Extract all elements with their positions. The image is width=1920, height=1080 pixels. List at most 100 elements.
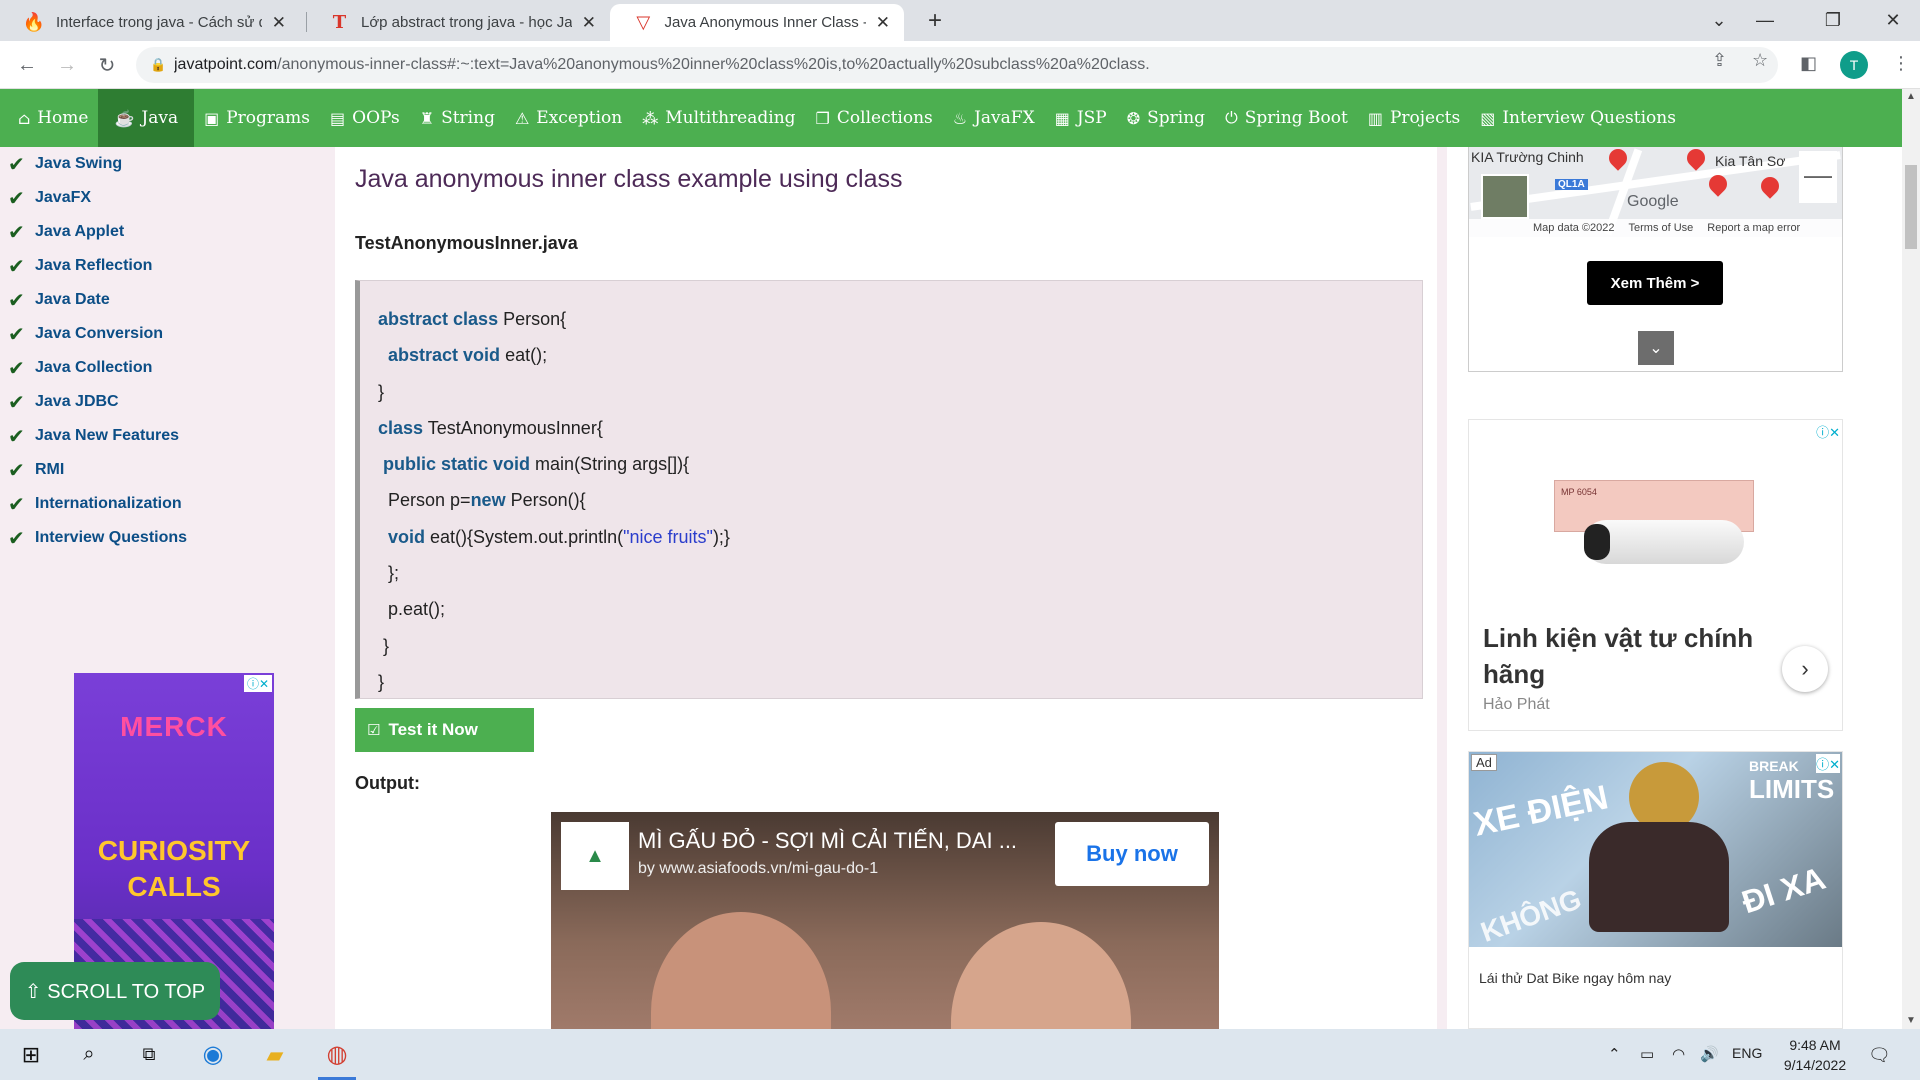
back-icon[interactable]: ← (12, 50, 42, 80)
browser-tab[interactable]: T Lớp abstract trong java - học Java ✕ (306, 4, 610, 41)
wifi-icon[interactable]: ◠ (1672, 1045, 1685, 1063)
lock-icon: 🔒 (150, 57, 167, 72)
map-pin-icon[interactable] (1757, 173, 1783, 199)
chevron-up-icon[interactable]: ⌃ (1608, 1045, 1621, 1063)
chrome-icon[interactable]: ◍ (314, 1029, 360, 1080)
task-view-icon[interactable]: ⧉ (126, 1029, 172, 1080)
nav-exception[interactable]: ⚠ Exception (505, 89, 632, 147)
sidebar-item[interactable]: ✔ RMI (0, 453, 335, 487)
scroll-to-top-button[interactable]: ⇧ SCROLL TO TOP (10, 962, 220, 1020)
chevron-right-icon[interactable]: › (1782, 646, 1828, 692)
maximize-icon[interactable]: ❐ (1810, 0, 1856, 41)
sidebar-item[interactable]: ✔ Java Swing (0, 147, 335, 181)
adchoices-icon[interactable]: ⓘ✕ (1816, 422, 1840, 441)
sidebar-item[interactable]: ✔ Interview Questions (0, 521, 335, 555)
sidebar-item-label: Java New Features (35, 427, 180, 444)
nav-multithreading[interactable]: ⁂ Multithreading (632, 89, 805, 147)
sidebar-item[interactable]: ✔ Java JDBC (0, 385, 335, 419)
file-explorer-icon[interactable]: ▰ (252, 1029, 298, 1080)
forward-icon[interactable]: → (52, 50, 82, 80)
close-tab-icon[interactable]: ✕ (582, 13, 596, 33)
minimize-icon[interactable]: — (1742, 0, 1788, 41)
tab-search-icon[interactable]: ⌄ (1696, 0, 1742, 41)
product-ad[interactable]: ⓘ✕ MP 6054 Linh kiện vật tư chính hãng H… (1468, 419, 1843, 731)
sidebar-item[interactable]: ✔ Java Reflection (0, 249, 335, 283)
volume-icon[interactable]: 🔊 (1700, 1045, 1719, 1063)
test-it-now-button[interactable]: ☑ Test it Now (355, 708, 534, 752)
windows-start-icon[interactable]: ⊞ (8, 1029, 54, 1080)
map-pin-icon[interactable] (1683, 147, 1709, 171)
scroll-up-arrow-icon[interactable]: ▲ (1902, 89, 1920, 105)
tab-title: Java Anonymous Inner Class - java (664, 14, 865, 31)
sidebar-item-label: Java JDBC (35, 393, 119, 410)
sidebar-list: ✔ Java Swing ✔ JavaFX ✔ Java Applet ✔ Java Refl… (0, 147, 335, 555)
clock[interactable]: 9:48 AM 9/14/2022 (1770, 1035, 1860, 1075)
close-tab-icon[interactable]: ✕ (272, 13, 286, 33)
ad-caption[interactable]: Lái thử Dat Bike ngay hôm nay (1479, 970, 1671, 986)
nav-spring-boot[interactable]: ⏻ Spring Boot (1215, 89, 1358, 147)
nav-programs[interactable]: ▣ Programs (194, 89, 320, 147)
side-panel-icon[interactable]: ◧ (1800, 53, 1817, 74)
sidebar-item[interactable]: ✔ Java New Features (0, 419, 335, 453)
nav-java[interactable]: ☕ Java (98, 89, 195, 147)
tab-title: Lớp abstract trong java - học Java (360, 14, 572, 31)
javatpoint-icon: ▽ (636, 12, 651, 32)
sidebar-item[interactable]: ✔ Internationalization (0, 487, 335, 521)
bookmark-star-icon[interactable]: ☆ (1752, 50, 1768, 71)
share-icon[interactable]: ⇪ (1712, 50, 1727, 71)
checkmark-icon: ✔ (8, 459, 25, 482)
url-text[interactable]: javatpoint.com/anonymous-inner-class#:~:… (174, 56, 1150, 74)
new-tab-button[interactable]: + (912, 0, 958, 41)
close-window-icon[interactable]: ✕ (1870, 0, 1916, 41)
video-ad[interactable]: ▲ MÌ GẤU ĐỎ - SỢI MÌ CẢI TIẾN, DAI ... b… (551, 812, 1219, 1029)
profile-avatar[interactable]: T (1840, 51, 1868, 79)
nav-interview-questions[interactable]: ▧ Interview Questions (1470, 89, 1686, 147)
sidebar-item[interactable]: ✔ Java Collection (0, 351, 335, 385)
notifications-icon[interactable]: 🗨 (1868, 1045, 1891, 1066)
nav-javafx[interactable]: ♨ JavaFX (943, 89, 1045, 147)
adchoices-icon[interactable]: ⓘ✕ (1816, 754, 1840, 773)
chevron-down-icon[interactable]: ⌄ (1638, 331, 1674, 365)
buy-now-button[interactable]: Buy now (1055, 822, 1209, 886)
search-icon[interactable]: ⌕ (66, 1029, 112, 1080)
adchoices-icon[interactable]: ⓘ✕ (243, 675, 272, 692)
code-keyword: public static void (383, 454, 531, 475)
nav-collections[interactable]: ❐ Collections (806, 89, 943, 147)
nav-jsp[interactable]: ▦ JSP (1045, 89, 1117, 147)
address-bar[interactable]: 🔒 javatpoint.com/anonymous-inner-class#:… (136, 47, 1778, 83)
ad-title[interactable]: Linh kiện vật tư chính hãng (1483, 620, 1773, 692)
nav-string[interactable]: ♜ String (410, 89, 505, 147)
sidebar-item-label: Java Date (35, 291, 110, 308)
map-terms-link[interactable]: Terms of Use (1629, 222, 1694, 234)
browser-tab-bar: 🔥 Interface trong java - Cách sử dụng ✕ … (0, 0, 1920, 41)
google-map[interactable]: KIA Trường Chinh Kia Tân Sơ QL1A Google … (1469, 147, 1842, 237)
satellite-toggle-icon[interactable] (1481, 174, 1529, 219)
nav-projects[interactable]: ▥ Projects (1358, 89, 1470, 147)
menu-kebab-icon[interactable]: ⋮ (1892, 53, 1910, 74)
battery-icon[interactable]: ▭ (1640, 1045, 1654, 1063)
zoom-out-icon[interactable]: — (1799, 151, 1837, 203)
datbike-ad[interactable]: XE ĐIỆN BREAK LIMITS ĐI XA KHÔNG Ad ⓘ✕ L… (1468, 751, 1843, 1029)
sidebar-item[interactable]: ✔ Java Conversion (0, 317, 335, 351)
nav-home[interactable]: ⌂ Home (8, 89, 98, 147)
language-indicator[interactable]: ENG (1732, 1045, 1762, 1061)
sidebar-item[interactable]: ✔ Java Date (0, 283, 335, 317)
sidebar-item[interactable]: ✔ Java Applet (0, 215, 335, 249)
nav-oops[interactable]: ▤ OOPs (320, 89, 410, 147)
browser-tab-active[interactable]: ▽ Java Anonymous Inner Class - java ✕ (610, 4, 904, 41)
code-text: main(String args[]){ (530, 454, 690, 475)
edge-icon[interactable]: ◉ (190, 1029, 236, 1080)
video-ad-title[interactable]: MÌ GẤU ĐỎ - SỢI MÌ CẢI TIẾN, DAI ... (638, 828, 1017, 854)
map-report-link[interactable]: Report a map error (1707, 222, 1800, 234)
close-tab-icon[interactable]: ✕ (876, 13, 890, 33)
reload-icon[interactable]: ↻ (92, 50, 122, 80)
projects-icon: ▥ (1367, 108, 1383, 128)
browser-tab[interactable]: 🔥 Interface trong java - Cách sử dụng ✕ (0, 4, 300, 41)
scrollbar-thumb[interactable] (1905, 165, 1917, 249)
page-scrollbar[interactable]: ▲ ▼ (1902, 89, 1920, 1029)
scroll-down-arrow-icon[interactable]: ▼ (1902, 1013, 1920, 1029)
xem-them-button[interactable]: Xem Thêm > (1587, 261, 1723, 305)
sidebar-item[interactable]: ✔ JavaFX (0, 181, 335, 215)
code-text: Person{ (498, 309, 567, 329)
nav-spring[interactable]: ❂ Spring (1117, 89, 1215, 147)
